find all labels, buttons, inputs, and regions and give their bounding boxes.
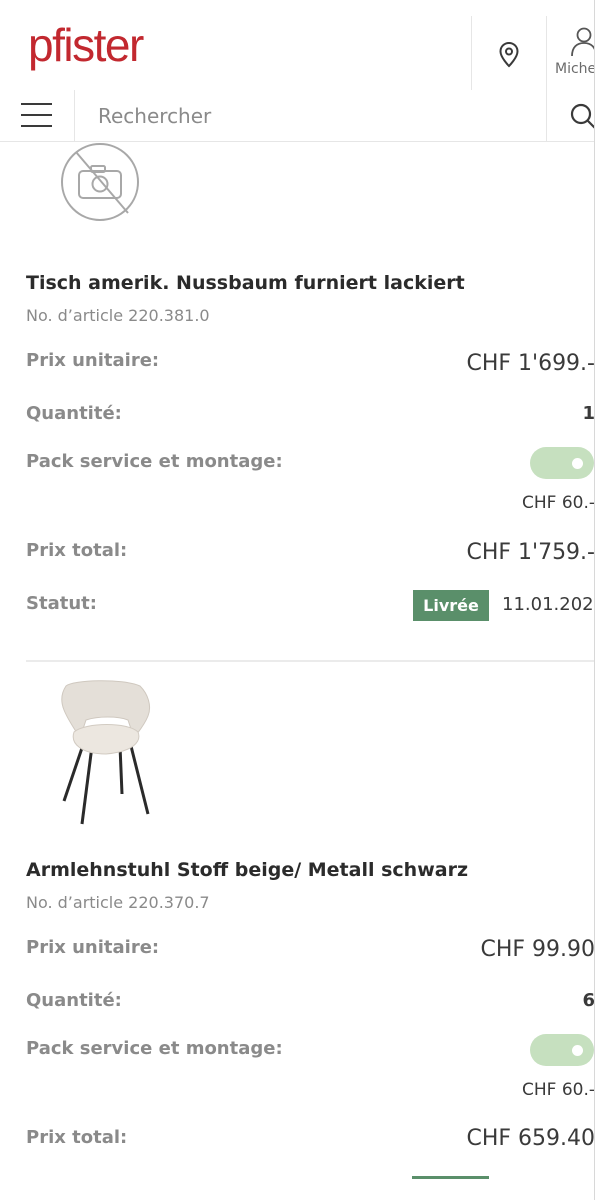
total-price-value: CHF 1'759.-: [466, 540, 595, 565]
article-number: No. d’article 220.381.0: [26, 306, 210, 325]
toggle-knob: [572, 458, 583, 469]
status-date: 11.01.2022: [502, 594, 595, 615]
service-pack-label: Pack service et montage:: [26, 451, 283, 472]
bottom-indicator: [412, 1176, 489, 1179]
search-input[interactable]: [98, 101, 518, 131]
unit-price-label: Prix unitaire:: [26, 350, 160, 371]
hamburger-icon-line: [21, 114, 52, 116]
no-photo-icon: [61, 143, 139, 221]
status-label: Statut:: [26, 593, 97, 614]
search-bar: [0, 90, 595, 142]
store-locator-button[interactable]: [471, 16, 547, 90]
status-badge: Livrée: [413, 590, 489, 621]
product-title[interactable]: Tisch amerik. Nussbaum furniert lackiert: [26, 272, 465, 294]
account-button[interactable]: Miche: [546, 16, 595, 90]
service-pack-toggle[interactable]: [530, 1034, 594, 1066]
search-button[interactable]: [546, 90, 595, 141]
quantity-label: Quantité:: [26, 403, 122, 424]
toggle-knob: [572, 1045, 583, 1056]
unit-price-value: CHF 1'699.-: [466, 351, 595, 376]
top-bar: pfister Miche: [0, 0, 595, 91]
article-number: No. d’article 220.370.7: [26, 893, 210, 912]
unit-price-value: CHF 99.90: [480, 937, 595, 962]
total-price-value: CHF 659.40: [466, 1126, 595, 1151]
service-pack-toggle[interactable]: [530, 447, 594, 479]
unit-price-label: Prix unitaire:: [26, 937, 160, 958]
service-pack-fee: CHF 60.-: [521, 1080, 595, 1100]
menu-button[interactable]: [0, 90, 75, 141]
user-name-label: Miche: [555, 61, 595, 77]
chair-image[interactable]: [52, 676, 162, 828]
service-pack-label: Pack service et montage:: [26, 1038, 283, 1059]
quantity-label: Quantité:: [26, 990, 122, 1011]
product-divider: [26, 660, 595, 662]
user-icon: [571, 27, 595, 56]
search-icon: [570, 103, 595, 130]
service-pack-fee: CHF 60.-: [521, 493, 595, 513]
total-price-label: Prix total:: [26, 540, 128, 561]
total-price-label: Prix total:: [26, 1127, 128, 1148]
product-title[interactable]: Armlehnstuhl Stoff beige/ Metall schwarz: [26, 859, 468, 881]
pfister-logo[interactable]: pfister: [28, 20, 144, 70]
order-details-page: pfister Miche Rechercher Tisch amerik. N…: [0, 0, 595, 1200]
hamburger-icon-line: [21, 125, 52, 127]
location-pin-icon: [499, 41, 519, 68]
hamburger-icon: [21, 103, 52, 105]
